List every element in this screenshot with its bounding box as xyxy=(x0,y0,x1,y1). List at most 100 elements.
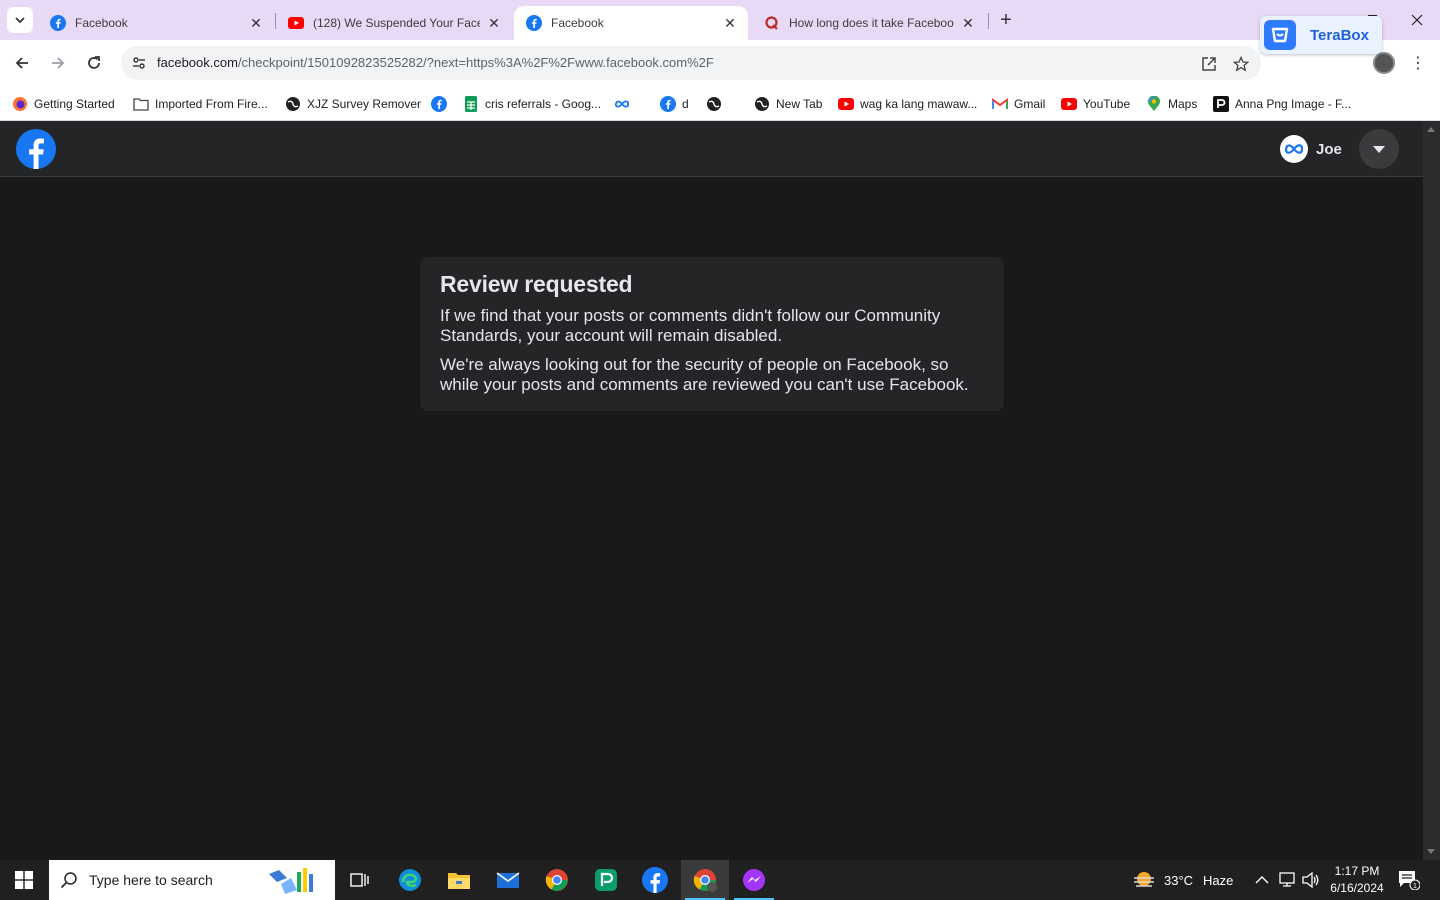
bookmark-label: YouTube xyxy=(1083,97,1131,111)
reload-button[interactable] xyxy=(80,49,108,77)
bookmark-globe[interactable] xyxy=(706,92,728,116)
facebook-icon xyxy=(50,15,66,31)
close-icon xyxy=(1411,14,1423,26)
tab-search-button[interactable] xyxy=(7,7,33,33)
folder-icon xyxy=(133,96,149,112)
facebook-icon xyxy=(431,96,447,112)
taskbar-facebook[interactable] xyxy=(631,860,679,900)
bookmark-getting-started[interactable]: Getting Started xyxy=(12,92,115,116)
bookmark-wag-ka-lang[interactable]: wag ka lang mawaw... xyxy=(838,92,977,116)
bookmark-imported-folder[interactable]: Imported From Fire... xyxy=(133,92,268,116)
forward-button[interactable] xyxy=(44,49,72,77)
site-settings-icon[interactable] xyxy=(129,53,149,73)
folder-icon xyxy=(448,873,470,889)
bookmark-maps[interactable]: Maps xyxy=(1146,92,1197,116)
facebook-icon xyxy=(660,96,676,112)
arrow-left-icon xyxy=(15,57,28,69)
notification-center[interactable]: 1 xyxy=(1398,860,1420,900)
tab-quora[interactable]: How long does it take Facebook ✕ xyxy=(752,6,986,40)
close-window-button[interactable] xyxy=(1394,0,1440,40)
caret-down-icon xyxy=(1373,145,1385,153)
tab-title: Facebook xyxy=(551,16,604,30)
close-icon[interactable]: ✕ xyxy=(248,15,264,31)
bookmark-new-tab[interactable]: New Tab xyxy=(754,92,822,116)
taskbar-messenger[interactable] xyxy=(730,860,778,900)
reload-icon xyxy=(88,56,100,69)
bookmark-star-icon[interactable] xyxy=(1231,54,1251,74)
facebook-logo-icon[interactable] xyxy=(16,129,56,169)
notification-icon: 1 xyxy=(1399,871,1420,890)
tab-separator xyxy=(988,13,989,29)
search-placeholder: Type here to search xyxy=(89,872,213,888)
show-hidden-icons[interactable] xyxy=(1255,860,1269,900)
bookmark-anna-png[interactable]: Anna Png Image - F... xyxy=(1213,92,1351,116)
new-tab-button[interactable]: + xyxy=(995,9,1017,31)
close-icon[interactable]: ✕ xyxy=(960,15,976,31)
maps-icon xyxy=(1146,96,1162,112)
taskbar-app-green[interactable] xyxy=(582,860,630,900)
taskbar-file-explorer[interactable] xyxy=(435,860,483,900)
taskbar-search[interactable]: Type here to search xyxy=(49,860,335,900)
tab-facebook-active[interactable]: Facebook ✕ xyxy=(514,6,748,40)
system-clock[interactable]: 1:17 PM 6/16/2024 xyxy=(1326,863,1388,897)
weather-temp: 33°C xyxy=(1164,872,1194,888)
chrome-icon xyxy=(545,869,568,891)
tab-title: How long does it take Facebook xyxy=(789,16,954,30)
firefox-icon xyxy=(12,96,28,112)
address-bar[interactable]: facebook.com/checkpoint/1501092823525282… xyxy=(121,46,1261,80)
youtube-icon xyxy=(288,15,304,31)
arrow-right-icon xyxy=(52,57,65,69)
facebook-header: Joe xyxy=(0,121,1423,177)
taskbar-chrome[interactable] xyxy=(533,860,581,900)
volume-icon xyxy=(1302,872,1319,888)
page-scrollbar[interactable] xyxy=(1423,121,1440,860)
start-button[interactable] xyxy=(0,860,48,900)
task-view-button[interactable] xyxy=(336,860,384,900)
chevron-down-icon xyxy=(15,17,25,24)
quora-icon xyxy=(764,15,780,31)
tab-youtube[interactable]: (128) We Suspended Your Faceb ✕ xyxy=(276,6,512,40)
volume-control[interactable] xyxy=(1302,860,1320,900)
account-switcher[interactable]: Joe xyxy=(1280,133,1342,165)
bookmark-gmail[interactable]: Gmail xyxy=(992,92,1045,116)
profile-avatar[interactable] xyxy=(1373,52,1395,74)
bookmark-label: Maps xyxy=(1168,97,1198,111)
open-in-app-icon[interactable] xyxy=(1199,54,1219,74)
bookmark-youtube[interactable]: YouTube xyxy=(1061,92,1130,116)
account-name: Joe xyxy=(1316,140,1342,158)
search-icon xyxy=(49,871,89,889)
close-icon[interactable]: ✕ xyxy=(486,15,502,31)
scroll-up-icon[interactable] xyxy=(1427,127,1435,132)
gmail-icon xyxy=(992,96,1008,112)
tab-strip: Facebook ✕ (128) We Suspended Your Faceb… xyxy=(0,0,1440,40)
taskbar-chrome-active[interactable] xyxy=(681,860,729,900)
globe-icon xyxy=(285,96,301,112)
close-icon[interactable]: ✕ xyxy=(722,15,738,31)
taskbar-edge[interactable] xyxy=(386,860,434,900)
tab-facebook-1[interactable]: Facebook ✕ xyxy=(38,6,274,40)
bookmark-label: Imported From Fire... xyxy=(155,97,268,111)
bookmark-cris-referrals[interactable]: cris referrals - Goog... xyxy=(463,92,601,116)
bookmark-label: wag ka lang mawaw... xyxy=(860,97,978,111)
scroll-down-icon[interactable] xyxy=(1427,849,1435,854)
bookmark-d[interactable]: d xyxy=(660,92,689,116)
bookmark-label: d xyxy=(682,97,689,111)
weather-widget[interactable]: 33°C Haze xyxy=(1133,860,1233,900)
clock-date: 6/16/2024 xyxy=(1330,881,1384,895)
weather-desc: Haze xyxy=(1203,872,1234,888)
tab-title: (128) We Suspended Your Faceb xyxy=(313,16,480,30)
review-requested-card: Review requested If we find that your po… xyxy=(420,257,1004,411)
tab-title: Facebook xyxy=(75,16,128,30)
account-menu-button[interactable] xyxy=(1359,129,1399,169)
back-button[interactable] xyxy=(8,49,36,77)
bookmark-meta[interactable] xyxy=(614,92,636,116)
terabox-extension-popup[interactable]: TeraBox xyxy=(1260,16,1382,54)
bookmark-xjz-survey[interactable]: XJZ Survey Remover xyxy=(285,92,421,116)
taskbar-mail[interactable] xyxy=(484,860,532,900)
browser-menu-icon[interactable]: ⋮ xyxy=(1408,52,1428,74)
bookmark-facebook[interactable] xyxy=(431,92,453,116)
bookmark-label: XJZ Survey Remover xyxy=(307,97,422,111)
sheets-icon xyxy=(463,96,479,112)
youtube-icon xyxy=(1061,96,1077,112)
network-status[interactable] xyxy=(1278,860,1296,900)
